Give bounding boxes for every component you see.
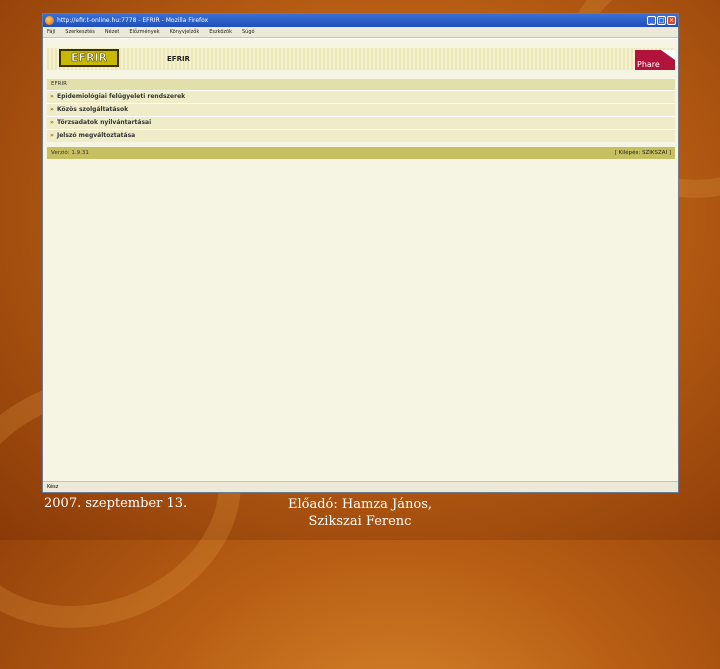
menu-view[interactable]: Nézet — [105, 29, 119, 35]
menu-bar: Fájl Szerkesztés Nézet Előzmények Könyvj… — [43, 27, 678, 38]
nav-menu: EFRIR Epidemiológiai felügyeleti rendsze… — [47, 79, 675, 142]
nav-item-common-services[interactable]: Közös szolgáltatások — [47, 103, 675, 116]
nav-item-change-password[interactable]: Jelszó megváltoztatása — [47, 129, 675, 142]
status-bar: Kész — [43, 481, 678, 492]
menu-tools[interactable]: Eszközök — [209, 29, 232, 35]
firefox-icon — [45, 16, 54, 25]
logout-link[interactable]: [ Kilépés: SZIKSZAI ] — [615, 147, 671, 159]
slide-date: 2007. szeptember 13. — [44, 496, 188, 511]
minimize-button[interactable]: _ — [647, 16, 656, 25]
nav-item-master-data[interactable]: Törzsadatok nyilvántartásai — [47, 116, 675, 129]
maximize-button[interactable]: □ — [657, 16, 666, 25]
version-bar: Verzió: 1.9.31 [ Kilépés: SZIKSZAI ] — [47, 147, 675, 159]
close-button[interactable]: × — [667, 16, 676, 25]
menu-history[interactable]: Előzmények — [129, 29, 159, 35]
browser-window: http://efir.t-online.hu:7778 - EFRIR - M… — [42, 13, 679, 493]
page-header: EFRIR EFRIR Phare — [47, 48, 675, 70]
menu-edit[interactable]: Szerkesztés — [65, 29, 95, 35]
menu-bookmarks[interactable]: Könyvjelzők — [170, 29, 200, 35]
phare-logo: Phare — [635, 50, 675, 70]
title-bar: http://efir.t-online.hu:7778 - EFRIR - M… — [43, 14, 678, 27]
nav-item-epidemiology[interactable]: Epidemiológiai felügyeleti rendszerek — [47, 90, 675, 103]
version-label: Verzió: 1.9.31 — [51, 150, 89, 156]
menu-file[interactable]: Fájl — [47, 29, 55, 35]
page-title: EFRIR — [167, 55, 190, 63]
menu-help[interactable]: Súgó — [242, 29, 255, 35]
efrir-logo: EFRIR — [59, 49, 119, 67]
window-title: http://efir.t-online.hu:7778 - EFRIR - M… — [57, 17, 209, 24]
slide-presenter: Előadó: Hamza János, Szikszai Ferenc — [288, 497, 432, 529]
nav-header: EFRIR — [47, 79, 675, 90]
page-content: EFRIR EFRIR Phare EFRIR Epidemiológiai f… — [43, 39, 678, 481]
